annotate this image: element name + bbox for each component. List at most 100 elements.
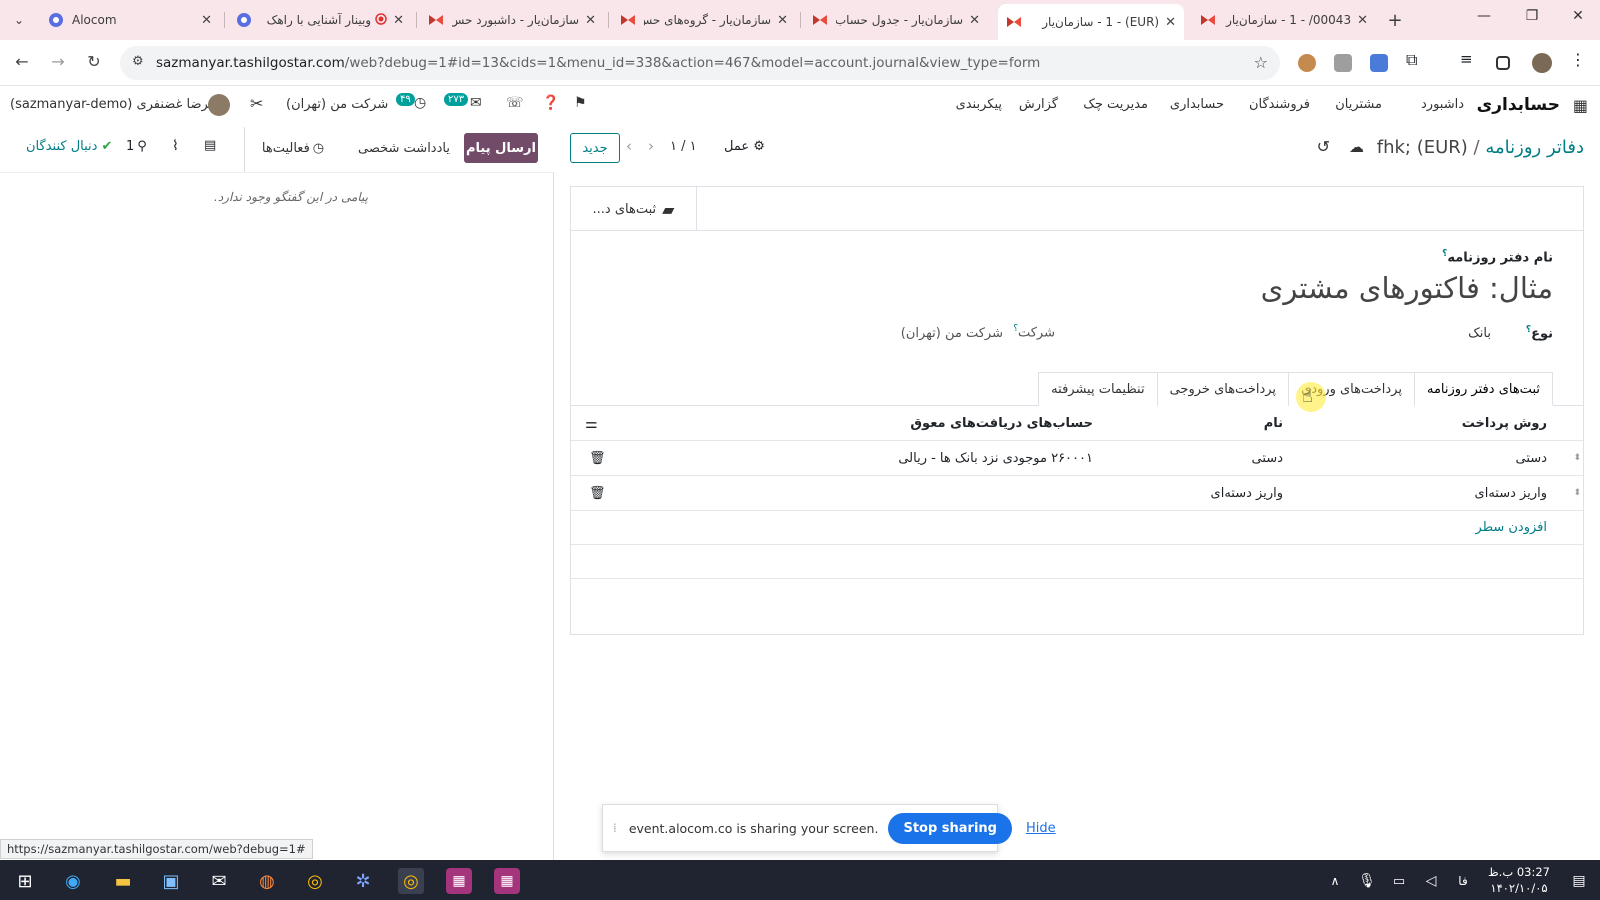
cell-name[interactable]: دستی	[1252, 441, 1283, 475]
alocom-app-icon-2[interactable]: ▦	[494, 868, 520, 894]
new-button[interactable]: جدید	[570, 133, 620, 163]
alocom-app-icon[interactable]: ▦	[446, 868, 472, 894]
debug-tools-icon[interactable]: ✂	[250, 94, 263, 113]
menu-dashboard[interactable]: داشبورد	[1421, 97, 1464, 112]
profile-avatar[interactable]	[1532, 53, 1552, 73]
hide-button[interactable]: Hide	[1026, 821, 1056, 836]
browser-tab-journal[interactable]: (EUR) - 1 - سازمان‌یار ✕	[998, 4, 1184, 40]
activities-button[interactable]: ◷ فعالیت‌ها	[252, 133, 334, 163]
extension-grey-icon[interactable]	[1334, 54, 1352, 72]
app-name[interactable]: حسابداری	[1477, 95, 1560, 115]
trash-icon[interactable]: 🗑	[589, 441, 606, 475]
log-note-button[interactable]: یادداشت شخصی	[352, 133, 456, 163]
pager-value[interactable]: ۱ / ۱	[670, 139, 697, 154]
firefox-icon[interactable]: ◍	[254, 868, 280, 894]
user-avatar[interactable]	[208, 94, 230, 116]
window-close-button[interactable]: ✕	[1558, 8, 1598, 32]
attachment-icon[interactable]: ⌇	[172, 138, 179, 154]
cell-name[interactable]: واریز دسته‌ای	[1211, 476, 1283, 510]
edge-icon[interactable]: ◉	[60, 868, 86, 894]
phone-icon[interactable]: ☏	[506, 95, 524, 111]
add-line-button[interactable]: افزودن سطر	[1476, 511, 1547, 544]
cell-method[interactable]: واریز دسته‌ای	[1475, 476, 1547, 510]
chat-icon[interactable]: ✉	[470, 95, 482, 111]
company-switcher[interactable]: شرکت من (تهران)	[286, 97, 388, 112]
gift-icon[interactable]: ⚑	[574, 95, 587, 111]
menu-vendors[interactable]: فروشندگان	[1249, 97, 1310, 112]
optional-columns-icon[interactable]: ⚌	[585, 407, 598, 440]
send-message-button[interactable]: ارسال پیام	[464, 133, 538, 163]
drag-grip-icon[interactable]: ⁞	[613, 821, 617, 835]
browser-tab-webinar[interactable]: وبینار آشنایی با راهک ✕	[228, 4, 412, 36]
file-explorer-icon[interactable]: ▬	[110, 868, 136, 894]
browser-tab-move[interactable]: 00043/ - 1 - سازمان‌یار ✕	[1192, 4, 1376, 36]
browser-menu-icon[interactable]: ⋮	[1570, 50, 1588, 69]
save-cloud-icon[interactable]: ☁	[1349, 138, 1364, 156]
browser-tab-dashboard[interactable]: سازمان‌یار - داشبورد حس ✕	[420, 4, 604, 36]
notifications-icon[interactable]: ▤	[1566, 868, 1592, 894]
drag-handle-icon[interactable]: ⬍	[1573, 441, 1581, 475]
back-button[interactable]: ←	[10, 52, 34, 71]
app-icon[interactable]: ✲	[350, 868, 376, 894]
table-row[interactable]: ⬍ واریز دسته‌ای واریز دسته‌ای 🗑	[571, 476, 1583, 511]
follow-button[interactable]: ✔ دنبال کنندگان	[26, 139, 112, 154]
star-icon[interactable]: ☆	[1254, 53, 1268, 72]
col-payment-method[interactable]: روش پرداخت	[1462, 407, 1547, 440]
microphone-icon[interactable]: 🎙	[1354, 868, 1380, 894]
extension-monkey-icon[interactable]	[1298, 54, 1316, 72]
action-menu-button[interactable]: ⚙ عمل	[724, 139, 765, 154]
store-icon[interactable]: ▣	[158, 868, 184, 894]
browser-tab-groups[interactable]: سازمان‌یار - گروه‌های حس ✕	[612, 4, 796, 36]
col-outstanding-account[interactable]: حساب‌های دریافت‌های معوق	[910, 407, 1093, 440]
breadcrumb-parent[interactable]: دفاتر روزنامه	[1485, 137, 1584, 158]
network-icon[interactable]: ▭	[1386, 868, 1412, 894]
close-icon[interactable]: ✕	[777, 13, 788, 28]
cell-method[interactable]: دستی	[1516, 441, 1547, 475]
site-info-icon[interactable]: ⚙	[132, 54, 144, 69]
windows-start-icon[interactable]: ⊞	[12, 868, 38, 894]
tray-overflow-icon[interactable]: ∧	[1322, 868, 1348, 894]
tab-journal-entries[interactable]: ثبت‌های دفتر روزنامه	[1413, 372, 1553, 406]
apps-grid-icon[interactable]: ▦	[1573, 96, 1588, 115]
minimize-button[interactable]: —	[1464, 8, 1504, 32]
side-panel-icon[interactable]	[1496, 56, 1510, 70]
discard-icon[interactable]: ↺	[1317, 137, 1330, 156]
journal-entries-smart-button[interactable]: ▰ ثبت‌های د...	[571, 187, 697, 231]
mail-icon[interactable]: ✉	[206, 868, 232, 894]
activity-badge[interactable]: ۴۹	[396, 93, 415, 106]
close-icon[interactable]: ✕	[393, 13, 404, 28]
input-language[interactable]: فا	[1450, 868, 1476, 894]
company-field[interactable]: شرکت من (تهران)	[901, 326, 1003, 341]
new-tab-button[interactable]: +	[1380, 4, 1410, 36]
cell-account[interactable]: ۲۶۰۰۰۱ موجودی نزد بانک ها - ریالی	[898, 441, 1093, 475]
media-control-icon[interactable]: ≡	[1460, 50, 1478, 68]
tab-outgoing-payments[interactable]: پرداخت‌های خروجی	[1156, 372, 1290, 406]
menu-reports[interactable]: گزارش	[1019, 97, 1058, 112]
reload-button[interactable]: ↻	[82, 52, 106, 71]
translate-icon[interactable]	[1370, 54, 1388, 72]
menu-accounting[interactable]: حسابداری	[1170, 97, 1224, 112]
menu-customers[interactable]: مشتریان	[1335, 97, 1382, 112]
chrome-active-icon[interactable]: ◎	[398, 868, 424, 894]
extensions-puzzle-icon[interactable]: ⧉	[1406, 50, 1424, 69]
menu-check-management[interactable]: مدیریت چک	[1083, 97, 1148, 112]
browser-tab-alocom[interactable]: Alocom ✕	[40, 4, 220, 36]
close-icon[interactable]: ✕	[1357, 13, 1368, 28]
help-icon[interactable]: ❓	[542, 95, 559, 111]
clock-icon[interactable]: ◷	[414, 95, 426, 111]
browser-tab-accounts[interactable]: سازمان‌یار - جدول حساب ✕	[804, 4, 988, 36]
tab-search-button[interactable]: ⌄	[2, 4, 36, 36]
address-bar[interactable]: ⚙ sazmanyar.tashilgostar.com/web?debug=1…	[120, 46, 1280, 80]
notes-icon[interactable]: ▤	[204, 138, 216, 153]
forward-button[interactable]: →	[46, 52, 70, 71]
clock[interactable]: 03:27 ب.ظ ۱۴۰۲/۱۰/۰۵	[1484, 864, 1554, 896]
messages-badge[interactable]: ۲۷۳	[444, 93, 469, 106]
stop-sharing-button[interactable]: Stop sharing	[888, 812, 1012, 844]
user-menu[interactable]: علیرضا غضنفری (sazmanyar-demo)	[10, 97, 225, 112]
followers-button[interactable]: 1 ⚲	[126, 139, 147, 154]
tab-advanced-settings[interactable]: تنظیمات پیشرفته	[1038, 372, 1158, 406]
trash-icon[interactable]: 🗑	[589, 476, 606, 510]
journal-name-input[interactable]: مثال: فاکتورهای مشتری	[953, 271, 1553, 305]
chrome-icon[interactable]: ◎	[302, 868, 328, 894]
volume-icon[interactable]: ◁	[1418, 868, 1444, 894]
